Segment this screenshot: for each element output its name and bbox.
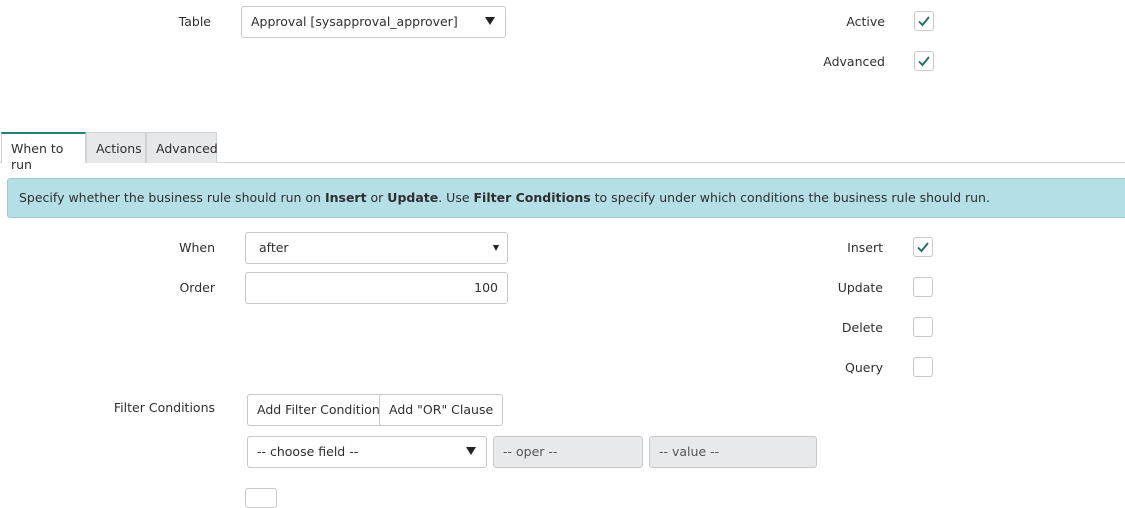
caret-down-icon: [485, 17, 495, 25]
order-input-value: 100: [474, 280, 498, 295]
add-filter-condition-button[interactable]: Add Filter Condition: [247, 394, 390, 426]
caret-down-icon: [466, 447, 476, 455]
when-select-value: after: [259, 240, 289, 255]
info-message: Specify whether the business rule should…: [7, 178, 1125, 218]
caret-down-icon: [493, 245, 499, 251]
table-label: Table: [178, 14, 211, 29]
info-text: Specify whether the business rule should…: [19, 190, 325, 205]
delete-label: Delete: [841, 320, 883, 335]
order-input[interactable]: 100: [245, 272, 508, 304]
insert-checkbox[interactable]: [913, 237, 933, 257]
advanced-label: Advanced: [823, 54, 885, 69]
next-row-control[interactable]: [245, 488, 277, 508]
when-select[interactable]: after: [245, 232, 508, 264]
info-text: to specify under which conditions the bu…: [590, 190, 990, 205]
filter-conditions-label: Filter Conditions: [113, 400, 215, 415]
check-icon: [918, 16, 930, 27]
info-bold-filter-conditions: Filter Conditions: [473, 190, 591, 205]
table-select-value: Approval [sysapproval_approver]: [251, 14, 458, 29]
add-or-clause-button[interactable]: Add "OR" Clause: [379, 394, 504, 426]
order-label: Order: [179, 280, 215, 295]
query-label: Query: [845, 360, 883, 375]
tab-when-to-run[interactable]: When to run: [1, 132, 86, 172]
tab-label: Actions: [96, 141, 142, 156]
tab-actions[interactable]: Actions: [86, 132, 146, 163]
operator-placeholder: -- oper --: [503, 444, 558, 459]
update-label: Update: [837, 280, 883, 295]
check-icon: [918, 56, 930, 67]
query-checkbox[interactable]: [913, 357, 933, 377]
tab-label: Advanced: [156, 141, 218, 156]
info-text: . Use: [438, 190, 474, 205]
when-label: When: [179, 240, 215, 255]
tab-advanced[interactable]: Advanced: [146, 132, 218, 163]
delete-checkbox[interactable]: [913, 317, 933, 337]
table-select[interactable]: Approval [sysapproval_approver]: [241, 6, 506, 38]
active-label: Active: [846, 14, 885, 29]
info-bold-update: Update: [387, 190, 439, 205]
check-icon: [917, 242, 929, 253]
info-text: or: [366, 190, 388, 205]
info-bold-insert: Insert: [324, 190, 367, 205]
choose-field-placeholder: -- choose field --: [257, 444, 359, 459]
update-checkbox[interactable]: [913, 277, 933, 297]
value-input[interactable]: -- value --: [649, 436, 817, 468]
active-checkbox[interactable]: [914, 11, 934, 31]
advanced-checkbox[interactable]: [914, 51, 934, 71]
choose-field-select[interactable]: -- choose field --: [247, 436, 487, 468]
tab-label: When to run: [11, 141, 64, 172]
value-placeholder: -- value --: [659, 444, 720, 459]
insert-label: Insert: [847, 240, 883, 255]
operator-select[interactable]: -- oper --: [493, 436, 643, 468]
